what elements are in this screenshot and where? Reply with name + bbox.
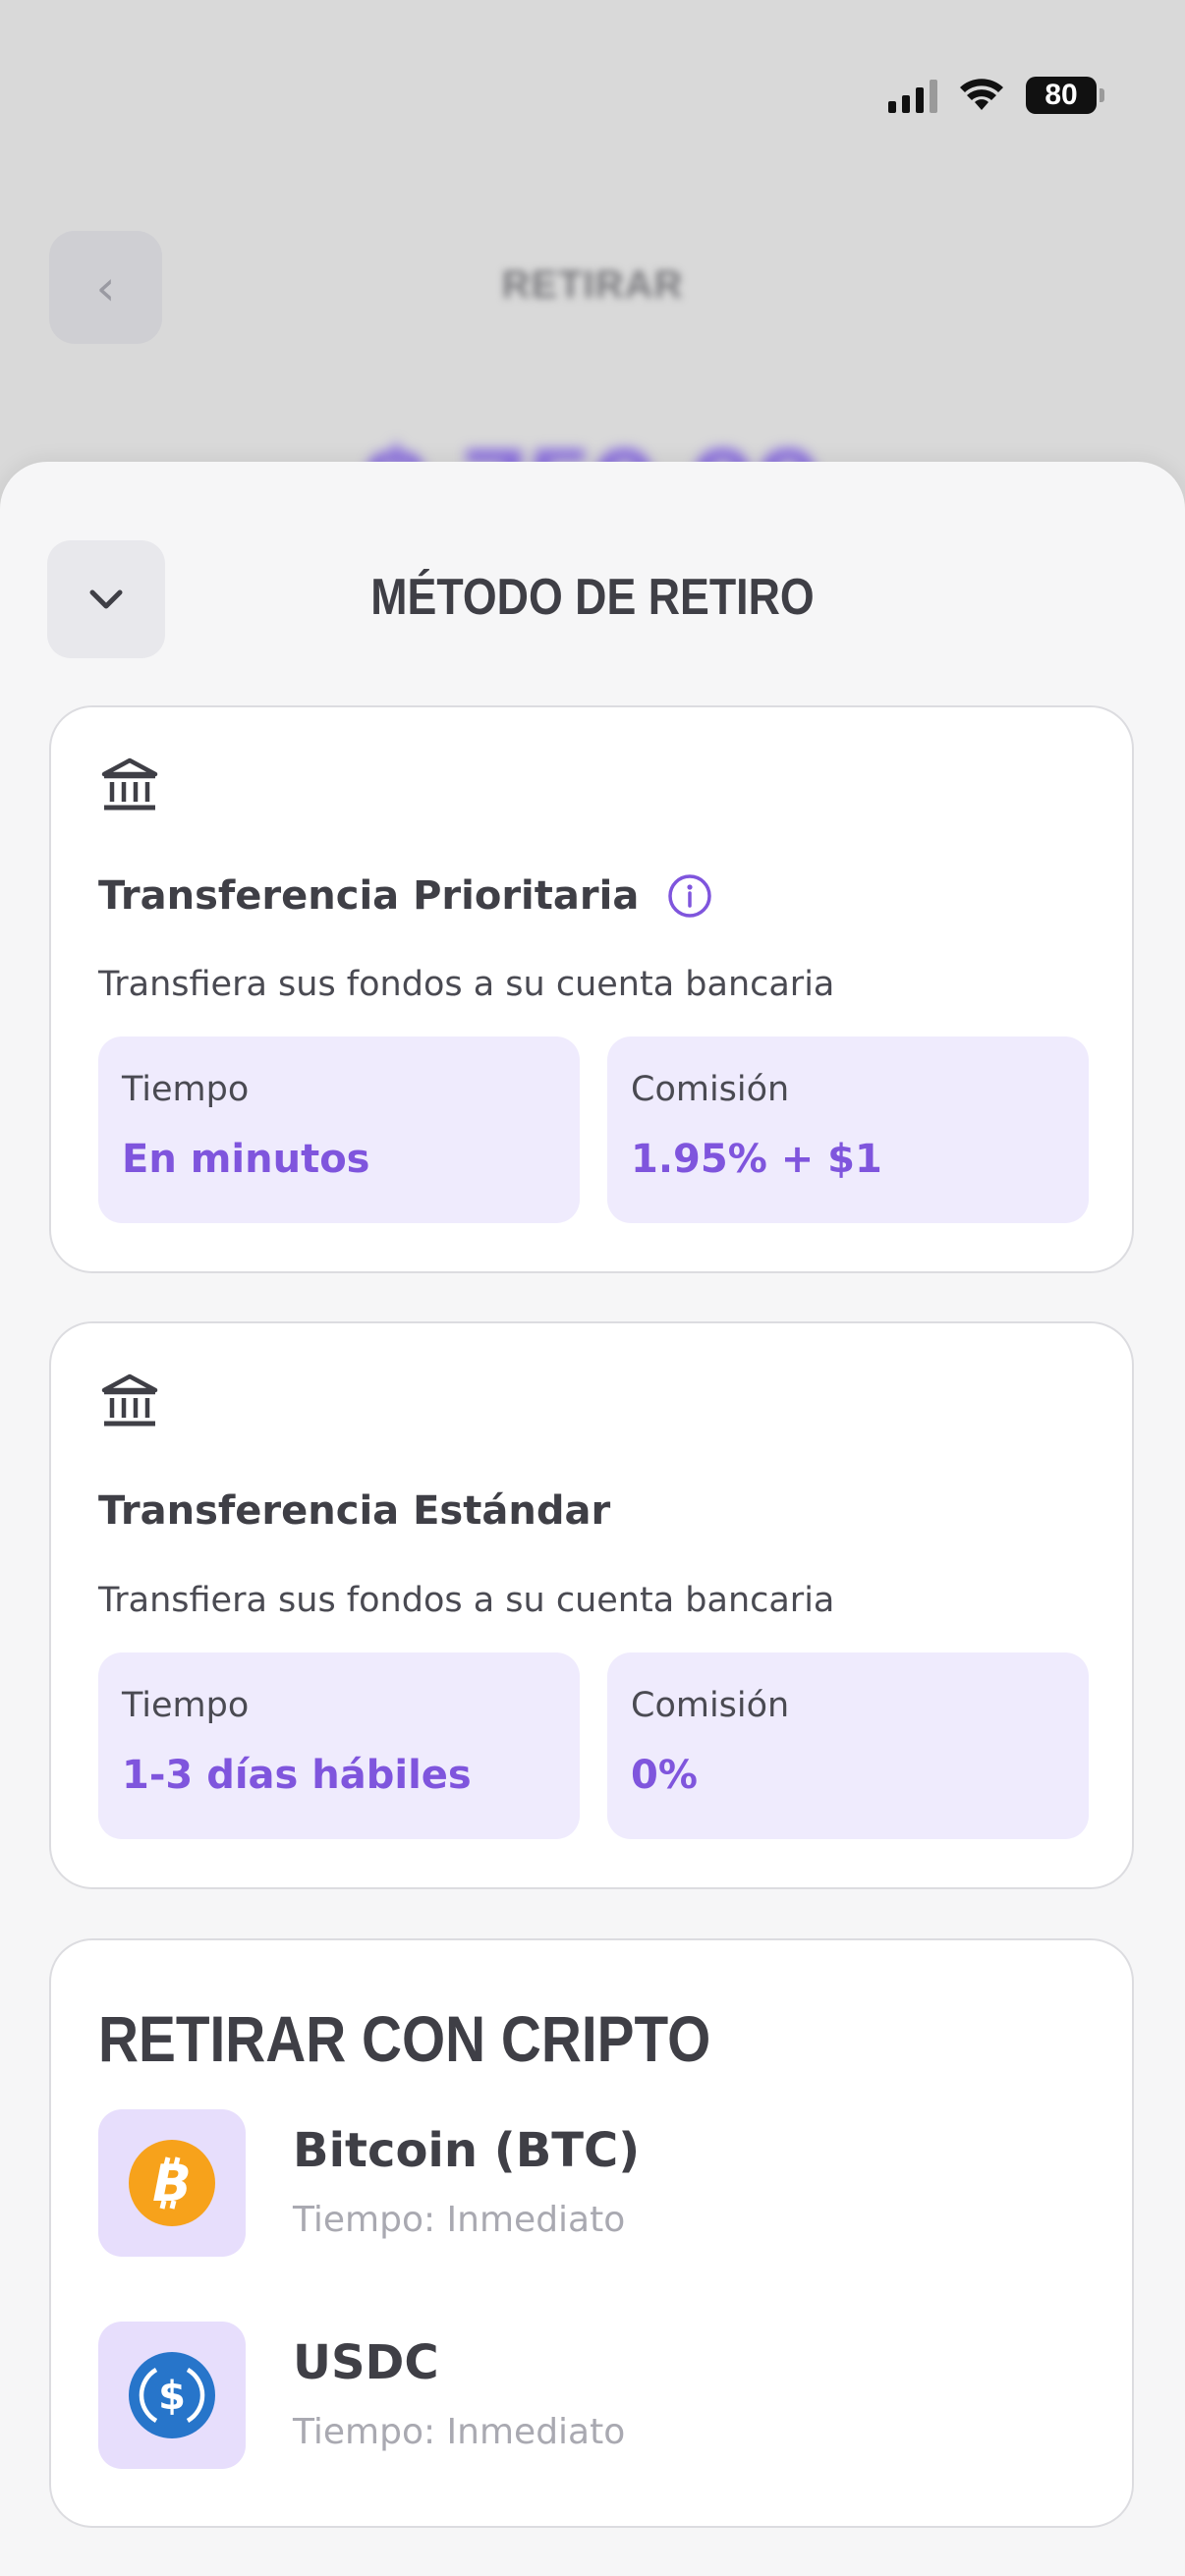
standard-transfer-card[interactable]: Transferencia Estándar Transfiera sus fo… bbox=[49, 1321, 1134, 1889]
time-label: Tiempo bbox=[122, 1070, 250, 1109]
crypto-section-title: RETIRAR CON CRIPTO bbox=[98, 2002, 711, 2075]
usdc-tile: $ bbox=[98, 2322, 246, 2469]
time-info: Tiempo 1-3 días hábiles bbox=[98, 1652, 580, 1839]
crypto-option-usdc[interactable]: $ USDC Tiempo: Inmediato bbox=[98, 2322, 1081, 2469]
cellular-signal-icon bbox=[888, 78, 937, 113]
battery-indicator: 80 bbox=[1026, 77, 1104, 114]
background-title: RETIRAR bbox=[501, 263, 684, 307]
crypto-name: USDC bbox=[293, 2335, 439, 2390]
status-bar: 80 bbox=[888, 71, 1104, 120]
bank-icon bbox=[101, 757, 158, 811]
wifi-icon bbox=[960, 79, 1003, 110]
bitcoin-icon: B bbox=[129, 2140, 215, 2226]
time-info: Tiempo En minutos bbox=[98, 1036, 580, 1223]
time-value: En minutos bbox=[122, 1137, 370, 1182]
sheet-title: MÉTODO DE RETIRO bbox=[370, 569, 815, 626]
fee-label: Comisión bbox=[631, 1686, 790, 1725]
fee-info: Comisión 0% bbox=[607, 1652, 1089, 1839]
background-page: 80 ‹ RETIRAR $ 759.99 bbox=[0, 0, 1185, 556]
crypto-time: Tiempo: Inmediato bbox=[293, 2412, 626, 2452]
crypto-name: Bitcoin (BTC) bbox=[293, 2123, 641, 2178]
method-title-text: Transferencia Prioritaria bbox=[98, 873, 640, 919]
method-description: Transfiera sus fondos a su cuenta bancar… bbox=[98, 1581, 835, 1620]
crypto-time: Tiempo: Inmediato bbox=[293, 2200, 626, 2240]
usdc-icon: $ bbox=[129, 2352, 215, 2438]
method-description: Transfiera sus fondos a su cuenta bancar… bbox=[98, 965, 835, 1004]
fee-info: Comisión 1.95% + $1 bbox=[607, 1036, 1089, 1223]
method-title: Transferencia Estándar bbox=[98, 1488, 610, 1534]
priority-transfer-card[interactable]: Transferencia Prioritaria Transfiera sus… bbox=[49, 705, 1134, 1273]
method-title-text: Transferencia Estándar bbox=[98, 1488, 611, 1534]
crypto-card: RETIRAR CON CRIPTO B Bitcoin (BTC) Tiemp… bbox=[49, 1938, 1134, 2528]
fee-value: 1.95% + $1 bbox=[631, 1137, 882, 1182]
crypto-option-bitcoin[interactable]: B Bitcoin (BTC) Tiempo: Inmediato bbox=[98, 2109, 1081, 2257]
sheet-header: MÉTODO DE RETIRO bbox=[0, 462, 1185, 658]
svg-text:$: $ bbox=[158, 2374, 186, 2419]
bitcoin-tile: B bbox=[98, 2109, 246, 2257]
info-icon[interactable] bbox=[666, 872, 713, 920]
time-value: 1-3 días hábiles bbox=[122, 1753, 472, 1798]
fee-label: Comisión bbox=[631, 1070, 790, 1109]
method-title: Transferencia Prioritaria bbox=[98, 872, 713, 920]
bank-icon bbox=[101, 1373, 158, 1427]
withdraw-method-sheet: MÉTODO DE RETIRO Transferencia Prioritar… bbox=[0, 462, 1185, 2576]
fee-value: 0% bbox=[631, 1753, 698, 1798]
time-label: Tiempo bbox=[122, 1686, 250, 1725]
